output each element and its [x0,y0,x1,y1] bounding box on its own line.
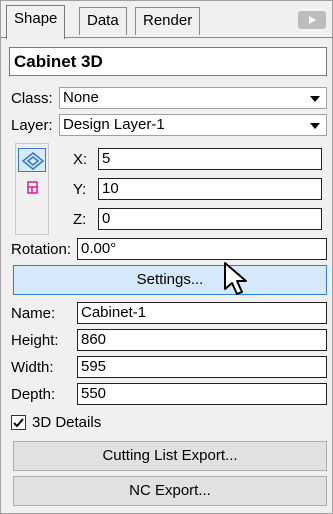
class-value: None [63,89,99,106]
dropdown-arrow-icon [310,123,320,129]
top-view-icon[interactable] [25,180,41,200]
dropdown-arrow-icon [310,96,320,102]
depth-label: Depth: [11,386,56,403]
tab-render[interactable]: Render [135,7,201,35]
3d-view-icon[interactable] [18,148,46,172]
layer-value: Design Layer-1 [63,116,165,133]
details-3d-label: 3D Details [32,414,102,431]
x-label: X: [73,151,88,168]
name-label: Name: [11,305,56,322]
height-label: Height: [11,332,59,349]
height-field[interactable]: 860 [77,329,327,351]
z-field[interactable]: 0 [98,208,322,230]
y-label: Y: [73,181,87,198]
layer-dropdown[interactable]: Design Layer-1 [59,114,327,136]
details-3d-checkbox[interactable] [11,415,26,430]
layer-label: Layer: [11,117,53,134]
class-label: Class: [11,90,53,107]
class-dropdown[interactable]: None [59,87,327,109]
depth-field[interactable]: 550 [77,383,327,405]
tab-shape[interactable]: Shape [6,5,66,39]
object-title: Cabinet 3D [9,47,327,76]
width-label: Width: [11,359,54,376]
z-label: Z: [73,211,87,228]
tab-bar: Data Render Shape [1,1,333,41]
x-field[interactable]: 5 [98,148,322,170]
width-field[interactable]: 595 [77,356,327,378]
y-field[interactable]: 10 [98,178,322,200]
object-info-palette: Data Render Shape Cabinet 3D Class: None… [0,0,333,514]
rotation-field[interactable]: 0.00° [77,238,327,260]
mouse-cursor-icon [223,261,249,301]
settings-button[interactable]: Settings... [13,265,327,295]
name-field[interactable]: Cabinet-1 [77,302,327,324]
checkmark-icon [13,418,24,428]
view-toggle-group [15,143,49,235]
rotation-label: Rotation: [11,241,72,258]
collapse-arrow-icon[interactable] [298,11,326,29]
cutting-list-export-button[interactable]: Cutting List Export... [13,441,327,471]
tab-data[interactable]: Data [79,7,127,35]
nc-export-button[interactable]: NC Export... [13,476,327,506]
